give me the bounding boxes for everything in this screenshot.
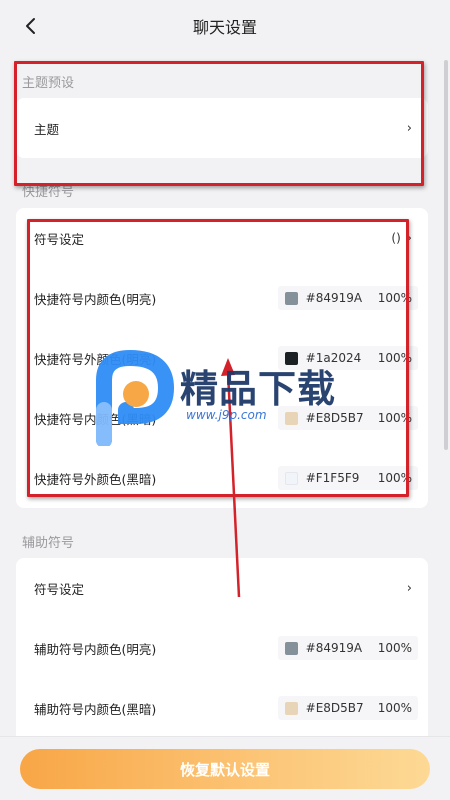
color-hex: #F1F5F9 xyxy=(305,471,360,485)
color-hex: #84919A xyxy=(305,641,363,655)
chevron-right-icon: › xyxy=(406,230,412,246)
shortcut-color-row[interactable]: 快捷符号外颜色(黑暗) #F1F5F9 100% xyxy=(16,448,428,508)
shortcut-color-row[interactable]: 快捷符号内颜色(黑暗) #E8D5B7 100% xyxy=(16,388,428,448)
theme-row[interactable]: 主题 › xyxy=(16,98,428,158)
aux-color-row[interactable]: 辅助符号内颜色(黑暗) #E8D5B7 100% xyxy=(16,678,428,738)
color-hex: #84919A xyxy=(305,291,363,305)
aux-color-row[interactable]: 辅助符号内颜色(明亮) #84919A 100% xyxy=(16,618,428,678)
page-title: 聊天设置 xyxy=(192,18,257,37)
color-swatch xyxy=(285,641,298,655)
color-value-chip[interactable]: #84919A 100% xyxy=(278,286,418,310)
back-button[interactable] xyxy=(18,13,44,39)
shortcut-symbol-row[interactable]: 符号设定 () › xyxy=(16,208,428,268)
color-row-label: 快捷符号外颜色(明亮) xyxy=(34,351,157,367)
color-opacity: 100% xyxy=(377,471,412,485)
theme-row-label: 主题 xyxy=(34,121,60,137)
aux-card: 符号设定 › 辅助符号内颜色(明亮) #84919A 100% 辅助符号内颜色(… xyxy=(16,558,428,748)
color-opacity: 100% xyxy=(377,641,412,655)
footer-bar: 恢复默认设置 xyxy=(0,736,450,800)
shortcut-color-row[interactable]: 快捷符号外颜色(明亮) #1a2024 100% xyxy=(16,328,428,388)
color-value-chip[interactable]: #E8D5B7 100% xyxy=(278,696,418,720)
color-hex: #1a2024 xyxy=(305,351,362,365)
color-swatch xyxy=(285,411,298,425)
color-swatch xyxy=(285,351,298,365)
restore-defaults-button[interactable]: 恢复默认设置 xyxy=(20,749,430,789)
color-row-label: 快捷符号内颜色(黑暗) xyxy=(34,411,157,427)
color-opacity: 100% xyxy=(377,291,412,305)
shortcut-color-row[interactable]: 快捷符号内颜色(明亮) #84919A 100% xyxy=(16,268,428,328)
section-label-theme: 主题预设 xyxy=(22,76,75,91)
color-row-label: 快捷符号外颜色(黑暗) xyxy=(34,471,157,487)
color-value-chip[interactable]: #E8D5B7 100% xyxy=(278,406,418,430)
shortcut-symbol-value: () xyxy=(391,231,401,245)
color-value-chip[interactable]: #84919A 100% xyxy=(278,636,418,660)
scrollbar[interactable] xyxy=(444,60,448,450)
color-row-label: 辅助符号内颜色(黑暗) xyxy=(34,701,157,717)
shortcut-symbol-label: 符号设定 xyxy=(34,231,85,247)
top-bar: 聊天设置 xyxy=(0,0,450,52)
chevron-right-icon: › xyxy=(406,120,412,136)
color-opacity: 100% xyxy=(377,701,412,715)
color-swatch xyxy=(285,291,298,305)
shortcut-card: 符号设定 () › 快捷符号内颜色(明亮) #84919A 100% 快捷符号外… xyxy=(16,208,428,508)
color-value-chip[interactable]: #1a2024 100% xyxy=(278,346,418,370)
aux-symbol-label: 符号设定 xyxy=(34,581,85,597)
chevron-left-icon xyxy=(26,18,35,34)
color-row-label: 辅助符号内颜色(明亮) xyxy=(34,641,157,657)
chevron-right-icon: › xyxy=(406,580,412,596)
color-row-label: 快捷符号内颜色(明亮) xyxy=(34,291,157,307)
color-value-chip[interactable]: #F1F5F9 100% xyxy=(278,466,418,490)
color-swatch xyxy=(285,701,298,715)
color-hex: #E8D5B7 xyxy=(305,411,364,425)
section-label-shortcut: 快捷符号 xyxy=(22,185,75,200)
aux-symbol-row[interactable]: 符号设定 › xyxy=(16,558,428,618)
color-swatch xyxy=(285,471,298,485)
color-opacity: 100% xyxy=(377,411,412,425)
color-hex: #E8D5B7 xyxy=(305,701,364,715)
color-opacity: 100% xyxy=(377,351,412,365)
section-label-aux: 辅助符号 xyxy=(22,536,75,551)
theme-card: 主题 › xyxy=(16,98,428,158)
